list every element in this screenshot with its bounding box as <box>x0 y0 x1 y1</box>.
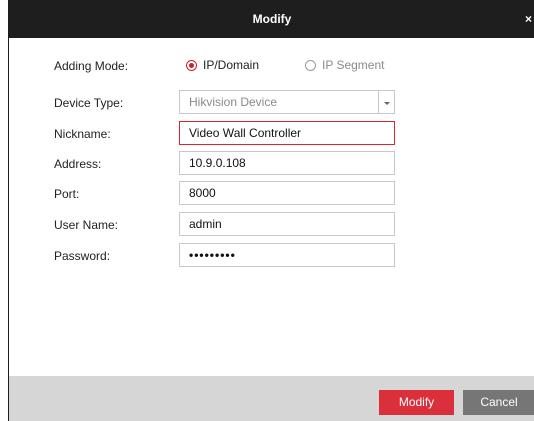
nickname-input[interactable]: Video Wall Controller <box>179 121 395 145</box>
close-icon[interactable]: × <box>525 0 534 38</box>
dialog-title: Modify <box>252 12 292 26</box>
radio-unselected-icon[interactable] <box>305 59 316 71</box>
password-label: Password: <box>54 249 111 263</box>
user-name-input[interactable]: admin <box>179 212 395 236</box>
modify-device-dialog: Modify × Adding Mode: IP/Domain IP Segme… <box>8 0 534 421</box>
password-input[interactable]: ••••••••• <box>179 243 395 267</box>
radio-ip-domain[interactable]: IP/Domain <box>186 55 259 75</box>
device-type-label: Device Type: <box>54 96 124 110</box>
adding-mode-label: Adding Mode: <box>54 59 129 73</box>
chevron-down-icon[interactable] <box>378 91 394 113</box>
dialog-footer: Modify Cancel <box>9 376 534 421</box>
user-name-label: User Name: <box>54 218 119 232</box>
radio-ip-domain-label: IP/Domain <box>203 58 260 72</box>
radio-ip-segment[interactable]: IP Segment <box>305 55 384 75</box>
port-label: Port: <box>54 187 80 201</box>
device-type-value: Hikvision Device <box>189 95 278 109</box>
radio-selected-icon[interactable] <box>186 59 197 71</box>
modify-button[interactable]: Modify <box>379 390 454 415</box>
cancel-button[interactable]: Cancel <box>463 390 534 415</box>
address-input[interactable]: 10.9.0.108 <box>179 151 395 175</box>
device-type-select[interactable]: Hikvision Device <box>179 90 395 114</box>
port-input[interactable]: 8000 <box>179 181 395 205</box>
radio-ip-segment-label: IP Segment <box>322 58 385 72</box>
dialog-titlebar: Modify × <box>9 0 534 38</box>
address-label: Address: <box>54 157 102 171</box>
nickname-label: Nickname: <box>54 127 111 141</box>
